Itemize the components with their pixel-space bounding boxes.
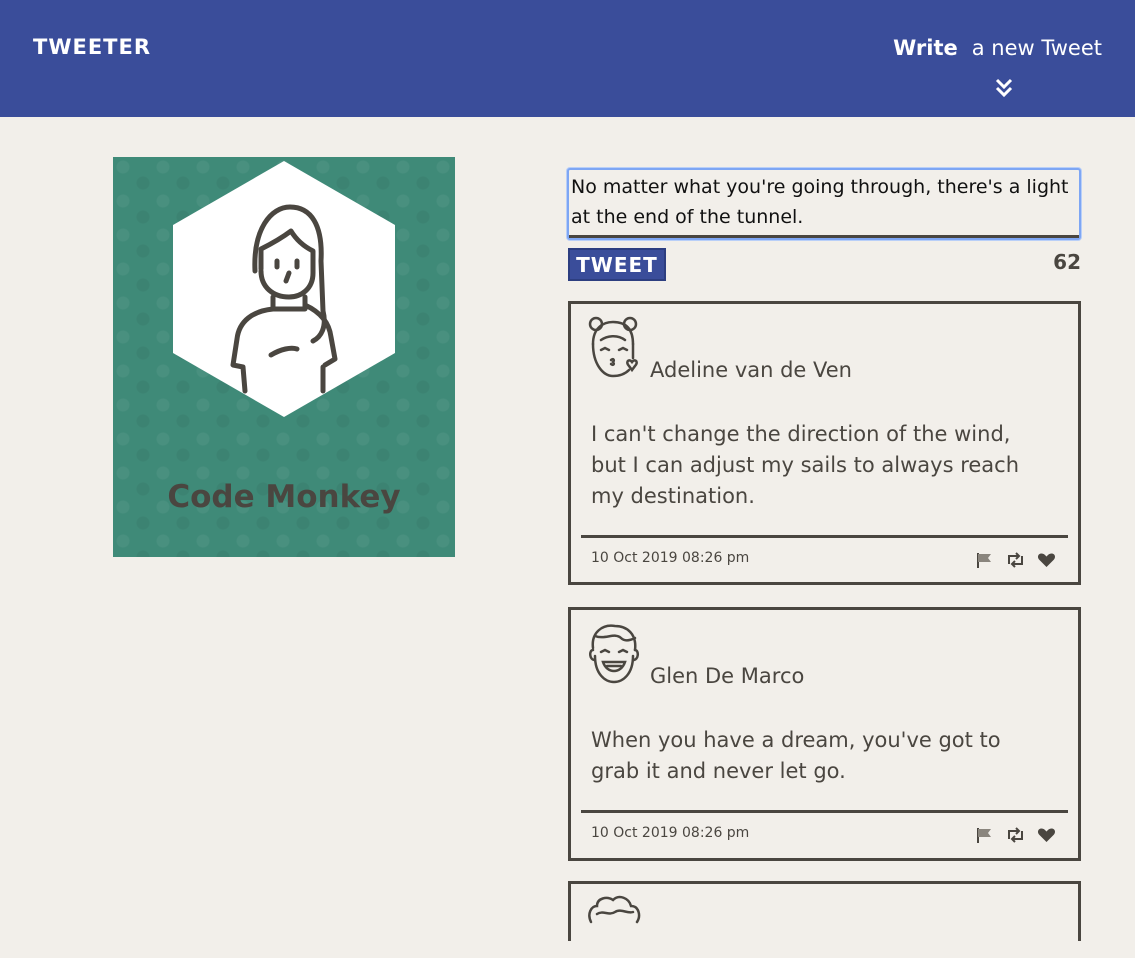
tweet-button[interactable]: TWEET bbox=[568, 248, 666, 281]
profile-name: Code Monkey bbox=[167, 479, 401, 515]
tweet-text: When you have a dream, you've got to gra… bbox=[591, 728, 1001, 783]
tweet-footer: 10 Oct 2019 08:26 pm bbox=[581, 535, 1068, 583]
heart-icon[interactable] bbox=[1037, 552, 1056, 568]
heart-icon[interactable] bbox=[1037, 827, 1056, 843]
tweet-timestamp: 10 Oct 2019 08:26 pm bbox=[591, 550, 750, 566]
flag-icon[interactable] bbox=[975, 827, 994, 843]
tweet-actions bbox=[975, 827, 1056, 843]
tweet-textarea[interactable]: No matter what you're going through, the… bbox=[569, 170, 1079, 238]
retweet-icon[interactable] bbox=[1006, 552, 1025, 568]
girl-kiss-avatar-icon bbox=[588, 316, 638, 378]
flag-icon[interactable] bbox=[975, 552, 994, 568]
write-new-tweet-toggle[interactable]: Write a new Tweet bbox=[893, 36, 1102, 60]
boy-laughing-avatar-icon bbox=[589, 624, 639, 684]
tweet-author: Adeline van de Ven bbox=[650, 358, 852, 382]
tweet-author: Glen De Marco bbox=[650, 664, 805, 688]
write-label: Write bbox=[893, 36, 958, 60]
tweet-card: Adeline van de Ven I can't change the di… bbox=[568, 301, 1081, 585]
double-chevron-down-icon[interactable] bbox=[993, 77, 1015, 99]
tweet-text: I can't change the direction of the wind… bbox=[591, 422, 1020, 508]
character-counter: 62 bbox=[1053, 250, 1081, 274]
tweet-card: Glen De Marco When you have a dream, you… bbox=[568, 607, 1081, 861]
tweet-card bbox=[568, 881, 1081, 941]
top-nav: TWEETER Write a new Tweet bbox=[0, 0, 1135, 117]
brand-logo[interactable]: TWEETER bbox=[33, 35, 151, 59]
woman-avatar-icon bbox=[173, 161, 395, 417]
curly-hair-avatar-icon bbox=[588, 895, 641, 924]
tweet-actions bbox=[975, 552, 1056, 568]
profile-card: Code Monkey bbox=[113, 157, 455, 557]
retweet-icon[interactable] bbox=[1006, 827, 1025, 843]
tweet-timestamp: 10 Oct 2019 08:26 pm bbox=[591, 825, 750, 841]
tweet-footer: 10 Oct 2019 08:26 pm bbox=[581, 810, 1068, 858]
tweet-composer: No matter what you're going through, the… bbox=[567, 168, 1081, 240]
new-tweet-label: a new Tweet bbox=[971, 36, 1102, 60]
